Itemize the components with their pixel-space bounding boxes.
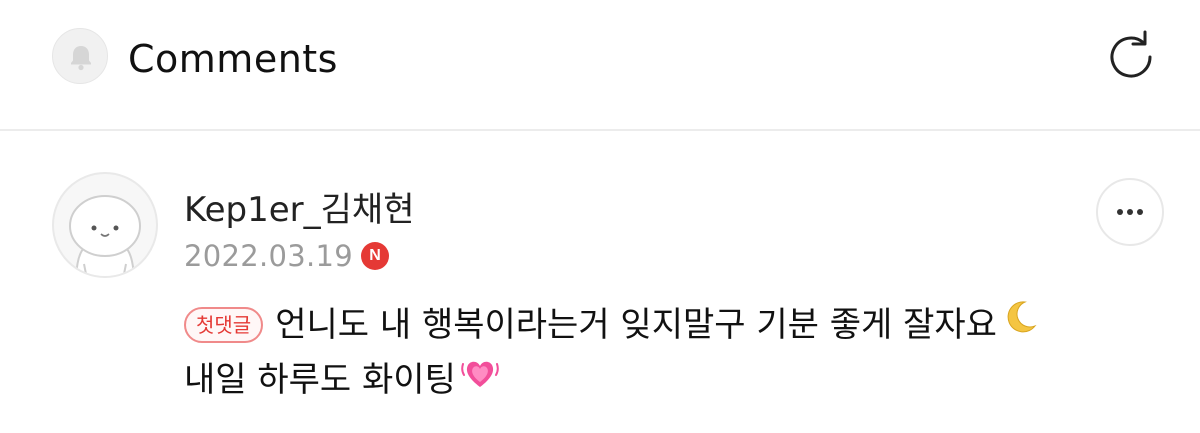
comment-date: 2022.03.19 bbox=[184, 239, 354, 273]
comment-text-line-2: 내일 하루도 화이팅 bbox=[184, 360, 456, 400]
comment-body: 첫댓글 언니도 내 행복이라는거 잊지말구 기분 좋게 잘자요 내일 하루도 화… bbox=[184, 298, 1144, 408]
comment-author[interactable]: Kep1er_김채현 bbox=[184, 189, 414, 231]
comment-meta: 2022.03.19 N bbox=[184, 236, 390, 276]
first-comment-badge: 첫댓글 bbox=[184, 307, 264, 343]
more-options-button[interactable] bbox=[1096, 178, 1164, 246]
bell-icon[interactable] bbox=[52, 28, 108, 84]
comment-line-1: 첫댓글 언니도 내 행복이라는거 잊지말구 기분 좋게 잘자요 bbox=[184, 298, 1144, 352]
comments-header: Comments bbox=[0, 0, 1200, 130]
refresh-icon[interactable] bbox=[1098, 24, 1164, 90]
header-divider bbox=[0, 129, 1200, 131]
avatar[interactable] bbox=[52, 172, 158, 278]
page-title: Comments bbox=[128, 37, 338, 81]
crescent-moon-emoji bbox=[1001, 298, 1039, 352]
comment-text-line-1: 언니도 내 행복이라는거 잊지말구 기분 좋게 잘자요 bbox=[275, 305, 997, 345]
comment-line-2: 내일 하루도 화이팅 bbox=[184, 352, 1144, 408]
sparkling-heart-emoji bbox=[460, 352, 500, 408]
new-badge: N bbox=[361, 242, 390, 270]
more-options-icon bbox=[1117, 209, 1143, 215]
